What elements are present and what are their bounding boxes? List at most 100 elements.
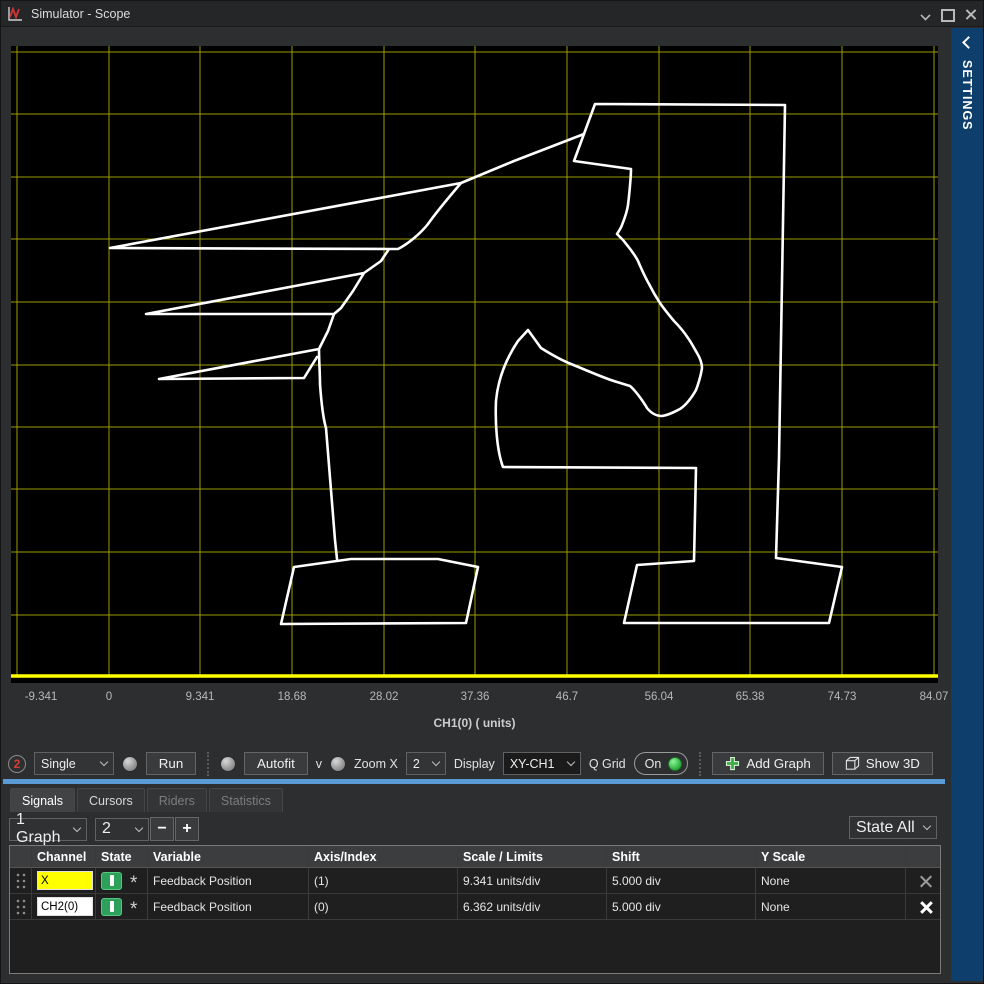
asterisk-icon[interactable]: * [130, 879, 137, 889]
q-grid-label: Q Grid [589, 757, 626, 771]
x-tick-label: -9.341 [11, 691, 71, 703]
title-bar: Simulator - Scope [1, 1, 983, 27]
remove-signal-button[interactable]: − [150, 817, 174, 841]
x-tick-label: 46.7 [537, 691, 597, 703]
toolbar-separator [699, 752, 701, 776]
q-grid-toggle[interactable]: On [634, 752, 689, 775]
signal-state-button[interactable] [101, 872, 122, 890]
x-tick-label: 74.73 [812, 691, 872, 703]
tab-cursors[interactable]: Cursors [77, 788, 145, 812]
display-label: Display [454, 757, 495, 771]
q-grid-on-led-icon [668, 757, 682, 771]
table-row: X * Feedback Position (1) 9.341 units/di… [10, 868, 940, 894]
signals-panel: Signals Cursors Riders Statistics 1 Grap… [3, 784, 945, 975]
chevron-down-icon [432, 758, 440, 766]
settings-tab-label: SETTINGS [960, 60, 974, 131]
run-button[interactable]: Run [146, 752, 196, 775]
col-y-scale: Y Scale [756, 846, 906, 867]
channel-field[interactable]: CH2(0) [37, 897, 93, 916]
display-mode-select[interactable]: XY-CH1 [503, 752, 581, 775]
asterisk-icon[interactable]: * [130, 905, 137, 915]
knight-trace-mane-leg [110, 134, 584, 559]
window-collapse-icon[interactable] [920, 10, 929, 19]
col-shift: Shift [607, 846, 756, 867]
autofit-options-arrow[interactable]: v [316, 757, 322, 771]
show-3d-button[interactable]: Show 3D [832, 752, 933, 775]
row-drag-handle-icon[interactable] [15, 872, 27, 890]
add-signal-button[interactable]: + [175, 817, 199, 841]
window-title: Simulator - Scope [31, 7, 130, 21]
channel-field[interactable]: X [37, 871, 93, 890]
x-axis-tick-labels: -9.341 0 9.341 18.68 28.02 37.36 46.7 56.04 65.3… [11, 691, 938, 706]
graph-count-select[interactable]: 1 Graph [9, 818, 87, 841]
table-row: CH2(0) * Feedback Position (0) 6.362 uni… [10, 894, 940, 920]
settings-expand-chevron-icon[interactable] [962, 38, 972, 48]
scope-toolbar: 2 Single Run Autofit v Zoom X 2 Display … [3, 748, 945, 779]
signals-table: Channel State Variable Axis/Index Scale … [9, 845, 941, 974]
x-tick-label: 28.02 [354, 691, 414, 703]
signal-state-button[interactable] [101, 898, 122, 916]
run-status-led-icon [122, 756, 138, 772]
acquisition-mode-select[interactable]: Single [34, 752, 114, 775]
zoom-status-led-icon [330, 756, 346, 772]
axis-index-cell[interactable]: (0) [309, 894, 458, 919]
x-tick-label: 84.07 [904, 691, 964, 703]
cube-icon [845, 756, 860, 771]
toolbar-separator [207, 752, 209, 776]
add-graph-button[interactable]: Add Graph [712, 752, 823, 775]
x-tick-label: 56.04 [629, 691, 689, 703]
autofit-button[interactable]: Autofit [244, 752, 308, 775]
y-scale-cell[interactable]: None [756, 894, 906, 919]
scale-limits-cell[interactable]: 6.362 units/div [458, 894, 607, 919]
x-tick-label: 37.36 [445, 691, 505, 703]
chevron-down-icon [73, 823, 81, 831]
delete-row-icon[interactable] [919, 874, 933, 888]
state-all-select[interactable]: State All [849, 816, 937, 839]
signal-count-select[interactable]: 2 [95, 818, 149, 841]
knight-trace-left-foot [281, 559, 478, 624]
chevron-down-icon [135, 823, 143, 831]
x-tick-label: 18.68 [262, 691, 322, 703]
tab-signals[interactable]: Signals [10, 788, 75, 812]
col-variable: Variable [148, 846, 309, 867]
x-tick-label: 65.38 [720, 691, 780, 703]
state-bar-icon [110, 875, 114, 886]
col-state: State [96, 846, 148, 867]
row-drag-handle-icon[interactable] [15, 898, 27, 916]
col-axis-index: Axis/Index [309, 846, 458, 867]
tab-statistics: Statistics [209, 788, 283, 812]
autofit-status-led-icon [220, 756, 236, 772]
scope-window: Simulator - Scope SETTINGS -9.341 0 9.341 1… [0, 0, 984, 984]
variable-cell[interactable]: Feedback Position [148, 868, 309, 893]
chevron-down-icon [923, 822, 931, 830]
col-channel: Channel [32, 846, 96, 867]
zoom-x-label: Zoom X [354, 757, 398, 771]
app-waveform-icon [7, 5, 24, 22]
x-tick-label: 0 [79, 691, 139, 703]
delete-row-icon[interactable] [919, 900, 933, 914]
knight-trace-head [496, 104, 842, 623]
tab-riders: Riders [147, 788, 207, 812]
chevron-down-icon [567, 758, 575, 766]
state-bar-icon [110, 901, 114, 912]
variable-cell[interactable]: Feedback Position [148, 894, 309, 919]
scope-plot[interactable] [11, 46, 938, 683]
y-scale-cell[interactable]: None [756, 868, 906, 893]
col-scale-limits: Scale / Limits [458, 846, 607, 867]
panel-tabs: Signals Cursors Riders Statistics [3, 784, 945, 812]
chevron-down-icon [100, 758, 108, 766]
shift-cell[interactable]: 5.000 div [607, 894, 756, 919]
scale-limits-cell[interactable]: 9.341 units/div [458, 868, 607, 893]
axis-index-cell[interactable]: (1) [309, 868, 458, 893]
window-maximize-icon[interactable] [941, 8, 953, 20]
graph-number-badge: 2 [8, 755, 26, 773]
graph-controls-row: 1 Graph 2 − + State All [3, 816, 945, 842]
x-tick-label: 9.341 [170, 691, 230, 703]
window-close-icon[interactable] [965, 8, 977, 20]
settings-panel-tab[interactable]: SETTINGS [951, 28, 983, 981]
signals-table-header: Channel State Variable Axis/Index Scale … [10, 846, 940, 868]
plus-icon [725, 756, 740, 771]
shift-cell[interactable]: 5.000 div [607, 868, 756, 893]
x-axis-title: CH1(0) ( units) [11, 716, 938, 730]
zoom-factor-select[interactable]: 2 [406, 752, 446, 775]
